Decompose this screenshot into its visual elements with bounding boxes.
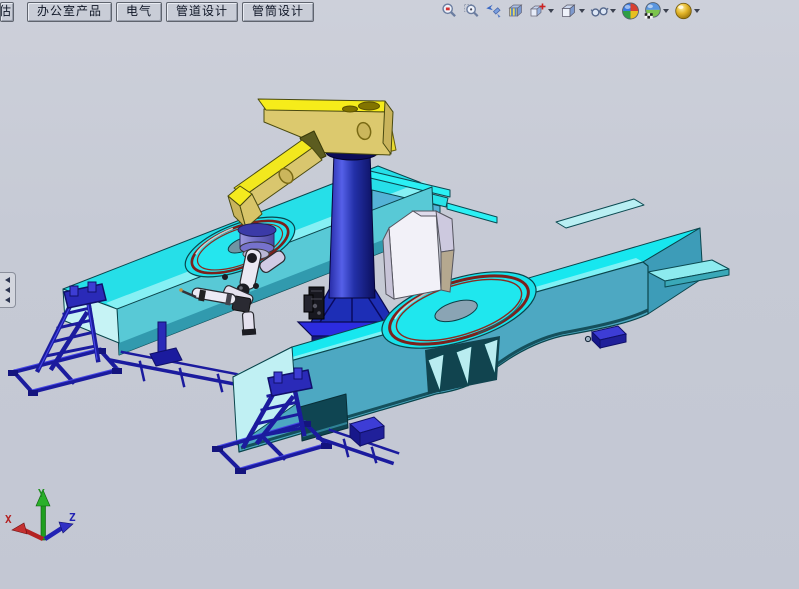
tab-office-products[interactable]: 办公室产品	[27, 2, 112, 22]
solidworks-window: { "window": { "background": "#c6cad5" },…	[0, 0, 799, 589]
view-settings-icon	[673, 1, 694, 21]
view-orientation-icon	[528, 2, 547, 20]
viewport-3d[interactable]: Y X Z	[0, 0, 799, 589]
collapse-arrow-icon	[5, 297, 10, 303]
view-orientation-dropdown-arrow[interactable]	[548, 9, 554, 13]
triad-y-label: Y	[38, 487, 45, 500]
checker-flag	[644, 13, 652, 18]
orientation-triad: Y X Z	[5, 487, 76, 540]
triad-x-label: X	[5, 513, 12, 526]
heads-up-view-toolbar	[438, 1, 703, 21]
collapse-arrow-icon	[5, 287, 10, 293]
zoom-to-fit-icon	[440, 2, 459, 20]
apply-scene-button[interactable]	[641, 1, 663, 21]
apply-scene-icon	[642, 1, 663, 21]
zoom-to-fit-button[interactable]	[438, 1, 460, 21]
zoom-to-area-button[interactable]	[460, 1, 482, 21]
display-style-icon	[559, 2, 578, 20]
hide-show-items-button[interactable]	[588, 1, 610, 21]
previous-view-icon	[484, 2, 503, 20]
display-style-button[interactable]	[557, 1, 579, 21]
white-fixture-block[interactable]	[383, 211, 454, 299]
tab-evaluate-partial[interactable]: 估	[0, 2, 14, 22]
beam-chock-front[interactable]	[350, 417, 384, 446]
display-style-dropdown-arrow[interactable]	[579, 9, 585, 13]
section-view-icon	[506, 2, 525, 20]
command-tabs: 估 办公室产品 电气 管道设计 管筒设计	[0, 2, 318, 22]
tab-piping-design[interactable]: 管道设计	[166, 2, 238, 22]
edit-appearance-icon	[620, 1, 641, 21]
view-settings-dropdown-arrow[interactable]	[694, 9, 700, 13]
collapse-arrow-icon	[5, 277, 10, 283]
previous-view-button[interactable]	[482, 1, 504, 21]
hide-show-items-dropdown-arrow[interactable]	[610, 9, 616, 13]
view-orientation-button[interactable]	[526, 1, 548, 21]
apply-scene-dropdown-arrow[interactable]	[663, 9, 669, 13]
zoom-to-area-icon	[462, 2, 481, 20]
tab-tubing-design[interactable]: 管筒设计	[242, 2, 314, 22]
feature-panel-collapse-button[interactable]	[0, 272, 16, 308]
view-settings-button[interactable]	[672, 1, 694, 21]
column-motor-unit[interactable]	[304, 287, 324, 319]
tab-electrical[interactable]: 电气	[116, 2, 162, 22]
edit-appearance-button[interactable]	[619, 1, 641, 21]
hide-show-items-icon	[589, 2, 610, 20]
section-view-button[interactable]	[504, 1, 526, 21]
triad-z-label: Z	[69, 511, 76, 524]
